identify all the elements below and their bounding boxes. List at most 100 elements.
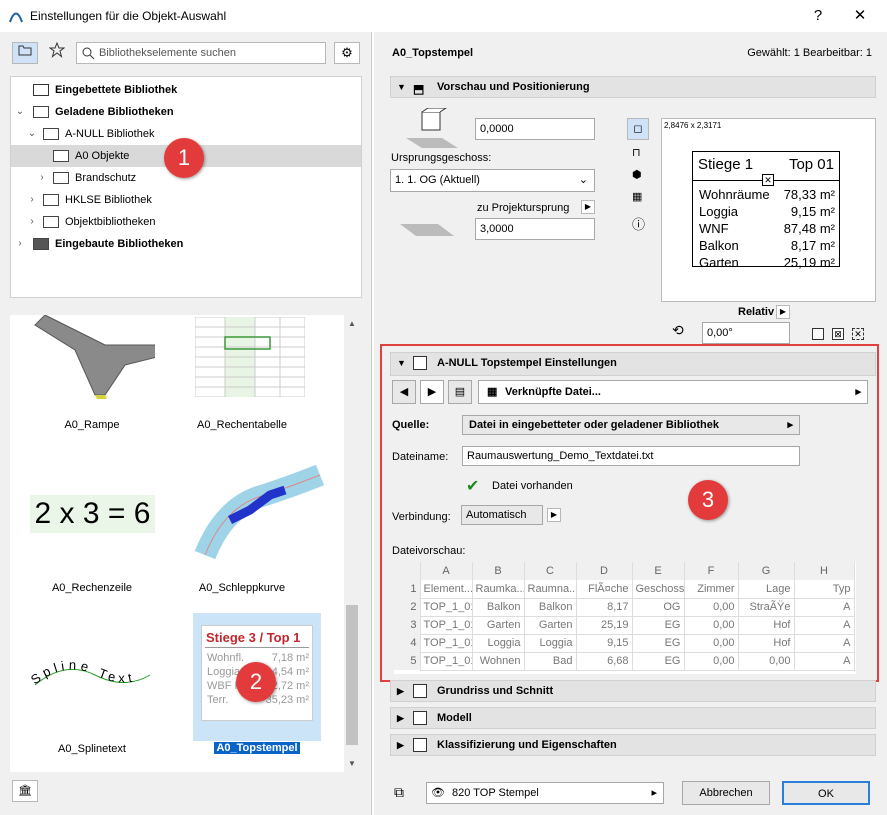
chevron-right-icon[interactable]: › <box>37 167 47 189</box>
section-floorplan[interactable]: ▶ Grundriss und Schnitt <box>390 680 876 702</box>
info-icon[interactable]: ⓘ <box>632 214 645 233</box>
thumbnail-splinetext[interactable]: Spline Text <box>28 655 155 695</box>
tree-label: Geladene Bibliotheken <box>55 106 174 118</box>
thumbnail-schleppkurve[interactable] <box>194 464 325 565</box>
chevron-right-icon: ▶ <box>397 740 404 750</box>
favorites-button[interactable] <box>44 41 70 64</box>
mirror-y-checkbox[interactable]: ✕ <box>852 328 864 340</box>
mirror-x-checkbox[interactable]: ⊠ <box>832 328 844 340</box>
chevron-down-icon[interactable]: ⌄ <box>27 123 37 145</box>
section-label: Grundriss und Schnitt <box>437 685 554 697</box>
layer-select[interactable]: 👁 820 TOP Stempel ▸ <box>426 782 664 804</box>
thumb-caption: A0_Rampe <box>64 419 120 431</box>
page-list-icon[interactable]: ▤ <box>448 380 472 404</box>
tree-item-loaded[interactable]: ⌄ Geladene Bibliotheken <box>11 101 361 123</box>
scroll-thumb[interactable] <box>346 605 358 745</box>
page-select[interactable]: ▦ Verknüpfte Datei... ▸ <box>478 380 868 404</box>
folder-icon <box>43 128 59 140</box>
next-page-button[interactable]: ▶ <box>420 380 444 404</box>
elevation-icon <box>402 107 464 152</box>
object-name: A0_Topstempel <box>392 47 474 59</box>
thumb-caption: A0_Rechentabelle <box>197 419 287 431</box>
thumb-caption: A0_Splinetext <box>58 743 126 755</box>
project-origin-input[interactable]: 3,0000 <box>475 218 595 240</box>
chevron-down-icon: ⌄ <box>578 174 588 186</box>
prev-page-button[interactable]: ◀ <box>392 380 416 404</box>
tree-item-hklse[interactable]: › HKLSE Bibliothek <box>11 189 361 211</box>
plan-preview: 2,8476 x 2,3171 Stiege 1 Top 01 ✕ Wohnrä… <box>661 118 876 302</box>
floorplan-icon <box>413 684 427 698</box>
thumbnail-rechentabelle[interactable] <box>194 316 306 398</box>
elevation-view-icon[interactable]: ⊓ <box>632 146 641 159</box>
play-right-icon[interactable]: ▶ <box>547 508 561 522</box>
folder-view-button[interactable] <box>12 42 38 64</box>
folder-icon <box>43 216 59 228</box>
cancel-button[interactable]: Abbrechen <box>682 781 770 805</box>
filename-label: Dateiname: <box>392 451 449 463</box>
play-right-icon[interactable]: ▶ <box>581 200 595 214</box>
mirror-none-checkbox[interactable] <box>812 328 824 340</box>
model-icon <box>413 711 427 725</box>
table-row: 2 TOP_1_01 Balkon Balkon 8,17 OG 0,00 StraÃŸe A <box>394 598 855 617</box>
folder-icon <box>33 238 49 250</box>
tree-label: A0 Objekte <box>75 150 130 162</box>
star-icon <box>48 41 66 58</box>
checkmark-icon: ✔ <box>466 478 480 495</box>
chevron-right-icon[interactable]: › <box>27 189 37 211</box>
stamp-rows: Wohnräume 78,33 m² Loggia 9,15 m² WNF 87,48… <box>699 187 835 270</box>
library-settings-button[interactable]: ⚙ <box>334 42 360 64</box>
tree-item-objektbibliotheken[interactable]: › Objektbibliotheken <box>11 211 361 233</box>
library-manager-button[interactable]: 🏛 <box>12 780 38 802</box>
source-value: Datei in eingebetteter oder geladener Bi… <box>469 419 719 431</box>
chevron-down-icon[interactable]: ⌄ <box>15 101 25 123</box>
folder-icon <box>43 194 59 206</box>
play-right-icon[interactable]: ▶ <box>776 305 790 319</box>
help-button[interactable]: ? <box>798 4 838 28</box>
tree-label: Eingebaute Bibliotheken <box>55 238 184 250</box>
scroll-up-icon[interactable]: ▲ <box>348 319 356 328</box>
gallery-scrollbar[interactable]: ▲ ▼ <box>344 315 360 772</box>
connection-select[interactable]: Automatisch <box>461 505 543 525</box>
page-select-value: Verknüpfte Datei... <box>505 386 601 398</box>
close-button[interactable]: ✕ <box>840 4 880 28</box>
scroll-down-icon[interactable]: ▼ <box>348 759 356 768</box>
stamp-preview-title: Stiege 3 / Top 1 <box>206 630 301 645</box>
origin-story-select[interactable]: 1. 1. OG (Aktuell) ⌄ <box>390 169 595 192</box>
thumbnail-rechenzeile[interactable]: 2 x 3 = 6 <box>30 495 155 533</box>
search-icon <box>82 47 95 60</box>
file-status: Datei vorhanden <box>492 480 573 492</box>
library-tree: Eingebettete Bibliothek ⌄ Geladene Bibli… <box>10 76 362 298</box>
section-classification[interactable]: ▶ Klassifizierung und Eigenschaften <box>390 734 876 756</box>
section-preview-positioning[interactable]: ▼ ⬒ Vorschau und Positionierung <box>390 76 876 98</box>
3d-view-icon[interactable]: ⬢ <box>632 168 642 181</box>
tree-item-builtin[interactable]: › Eingebaute Bibliotheken <box>11 233 361 255</box>
page-icon: ▦ <box>487 386 498 398</box>
chevron-right-icon: ▶ <box>397 686 404 696</box>
filename-input[interactable]: Raumauswertung_Demo_Textdatei.txt <box>462 446 800 466</box>
title-bar: Einstellungen für die Objekt-Auswahl ? ✕ <box>0 0 887 32</box>
thumbnail-rampe[interactable] <box>15 314 166 415</box>
chevron-right-icon[interactable]: › <box>15 233 25 255</box>
source-select[interactable]: Datei in eingebetteter oder geladener Bi… <box>462 415 800 435</box>
callout-badge-1: 1 <box>164 138 204 178</box>
rotation-icon: ⟲ <box>672 322 684 338</box>
file-preview-label: Dateivorschau: <box>392 545 466 557</box>
column-headers: ABCDEFGH <box>394 562 855 580</box>
selection-info: Gewählt: 1 Bearbeitbar: 1 <box>747 47 872 59</box>
elevation-input[interactable]: 0,0000 <box>475 118 595 140</box>
selected-caption: A0_Topstempel <box>214 742 300 754</box>
section-topstempel-settings[interactable]: ▼ A-NULL Topstempel Einstellungen <box>390 352 876 376</box>
section-model[interactable]: ▶ Modell <box>390 707 876 729</box>
tree-item-embedded[interactable]: Eingebettete Bibliothek <box>11 79 361 101</box>
relativ-label: Relativ <box>738 306 775 318</box>
chevron-right-icon[interactable]: › <box>27 211 37 233</box>
plan-view-icon[interactable]: ◻ <box>627 118 649 140</box>
search-field[interactable]: Bibliothekselemente suchen <box>76 42 326 64</box>
connection-label: Verbindung: <box>392 511 451 523</box>
layer-icon: ⧉ <box>394 784 404 800</box>
archicad-icon <box>9 12 23 23</box>
angle-input[interactable]: 0,00° <box>702 322 790 344</box>
ok-button[interactable]: OK <box>782 781 870 805</box>
play-right-icon: ▸ <box>787 419 793 431</box>
section-view-icon[interactable]: ▦ <box>632 190 642 203</box>
